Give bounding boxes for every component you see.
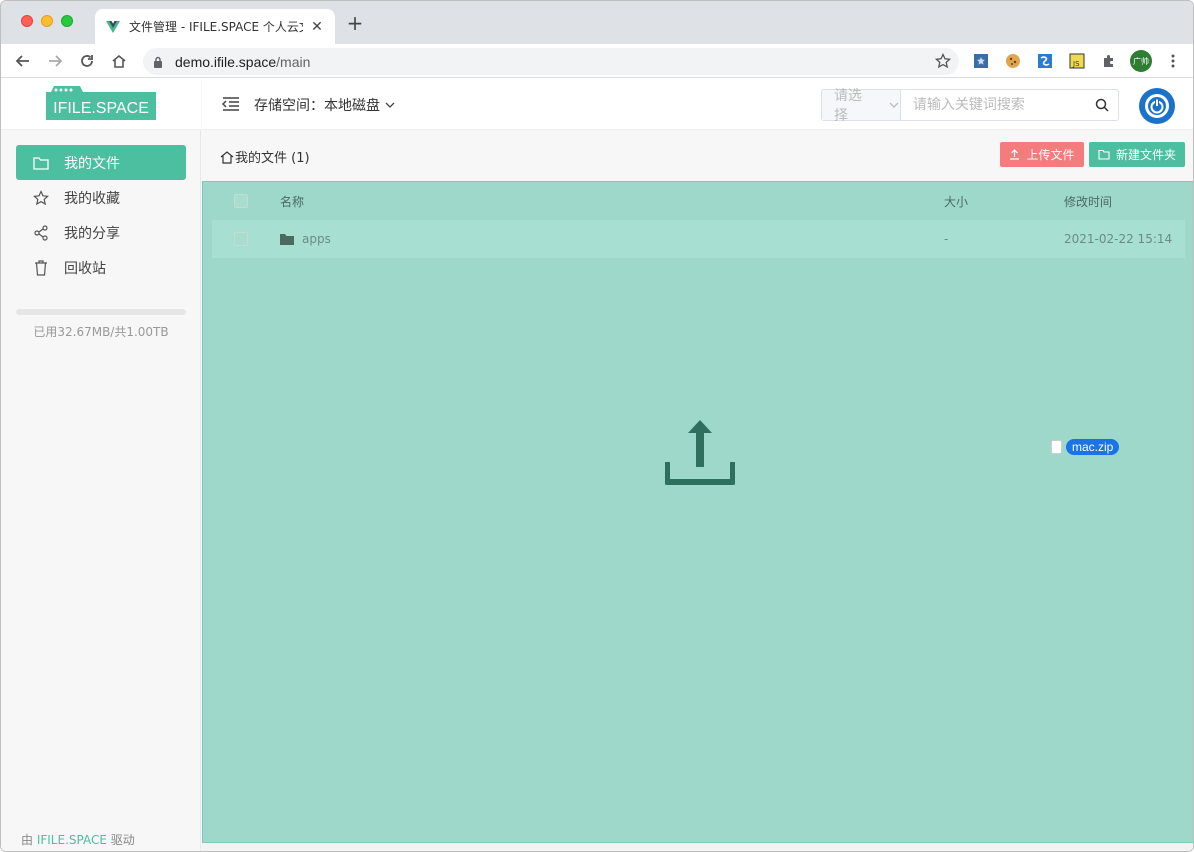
bookmark-star-icon[interactable]: [935, 53, 951, 69]
column-header-size[interactable]: 大小: [944, 193, 968, 210]
url-field[interactable]: demo.ifile.space/main: [143, 48, 959, 75]
storage-usage-bar: [16, 309, 186, 315]
home-icon: [112, 54, 126, 68]
extension-bookmark-icon[interactable]: [972, 52, 990, 70]
row-checkbox[interactable]: [234, 232, 248, 246]
storage-selector-value: 本地磁盘: [324, 98, 380, 114]
url-host: demo.ifile.space: [175, 53, 277, 70]
browser-window: 文件管理 - IFILE.SPACE 个人云文 ✕ + demo.ifile.s…: [0, 0, 1194, 852]
breadcrumb-label: 我的文件 (1): [235, 151, 310, 166]
sidebar-item-recycle-bin[interactable]: 回收站: [16, 250, 186, 285]
url-path: /main: [276, 53, 311, 70]
storage-label: 存储空间：: [254, 98, 324, 114]
power-icon: [1145, 94, 1169, 118]
tab-bar: 文件管理 - IFILE.SPACE 个人云文 ✕ +: [1, 1, 1193, 44]
extension-cookie-icon[interactable]: [1004, 52, 1022, 70]
search-input[interactable]: [900, 90, 1087, 120]
back-button[interactable]: [13, 51, 33, 71]
new-tab-button[interactable]: +: [345, 13, 365, 33]
browser-menu-icon[interactable]: [1164, 52, 1182, 70]
home-icon: [220, 150, 234, 164]
select-all-checkbox[interactable]: [234, 194, 248, 208]
back-arrow-icon: [15, 55, 29, 67]
dragged-file: mac.zip: [1051, 439, 1120, 455]
chevron-down-icon: [385, 102, 395, 108]
top-header: 存储空间： 本地磁盘 请选择: [202, 79, 1193, 130]
dragged-file-name: mac.zip: [1066, 439, 1120, 455]
new-folder-label: 新建文件夹: [1115, 148, 1176, 162]
row-size: -: [944, 232, 949, 246]
search-button[interactable]: [1087, 90, 1118, 120]
forward-button[interactable]: [45, 51, 65, 71]
new-folder-button[interactable]: 新建文件夹: [1089, 142, 1185, 167]
sidebar-item-favorites[interactable]: 我的收藏: [16, 180, 186, 215]
extension-js-icon[interactable]: JS: [1068, 52, 1086, 70]
star-icon: [32, 189, 50, 207]
close-window-button[interactable]: [21, 15, 33, 27]
folder-icon: [1098, 149, 1110, 160]
home-button[interactable]: [109, 51, 129, 71]
powered-suffix: 驱动: [106, 833, 135, 847]
svg-text:IFILE.SPACE: IFILE.SPACE: [53, 100, 149, 117]
row-name: apps: [302, 232, 331, 246]
chevron-down-icon: [889, 102, 899, 108]
powered-brand-link[interactable]: IFILE.SPACE: [37, 833, 107, 847]
sidebar-item-label: 我的分享: [64, 225, 120, 242]
search-scope-select[interactable]: 请选择: [822, 88, 901, 124]
sidebar-item-my-files[interactable]: 我的文件: [16, 145, 186, 180]
folder-icon: [280, 234, 294, 245]
extensions-puzzle-icon[interactable]: [1100, 52, 1118, 70]
close-tab-icon[interactable]: ✕: [309, 19, 325, 35]
upload-drop-icon: [665, 420, 735, 485]
profile-avatar[interactable]: 广帅: [1130, 50, 1152, 72]
sidebar-menu: 我的文件 我的收藏 我的分享 回收站: [16, 145, 186, 285]
column-header-name[interactable]: 名称: [280, 193, 304, 210]
browser-tab[interactable]: 文件管理 - IFILE.SPACE 个人云文 ✕: [95, 9, 335, 44]
file-toolbar: 我的文件 (1) 上传文件 新建文件夹: [202, 131, 1193, 181]
sidebar-item-label: 我的收藏: [64, 190, 120, 207]
extension-s-icon[interactable]: [1036, 52, 1054, 70]
powered-by: 由 IFILE.SPACE 驱动: [21, 831, 135, 848]
row-modified: 2021-02-22 15:14: [1064, 232, 1173, 246]
upload-file-button[interactable]: 上传文件: [1000, 142, 1084, 167]
table-row[interactable]: apps - 2021-02-22 15:14: [212, 220, 1185, 258]
storage-usage-text: 已用32.67MB/共1.00TB: [33, 325, 169, 339]
search-icon: [1096, 98, 1109, 112]
row-name-cell[interactable]: apps: [280, 232, 331, 246]
lock-icon: [154, 56, 162, 68]
file-icon: [1051, 440, 1062, 454]
logo-area: IFILE.SPACE: [1, 79, 201, 130]
search-scope-placeholder: 请选择: [834, 88, 862, 124]
svg-text:JS: JS: [1072, 60, 1080, 68]
upload-icon: [1009, 149, 1020, 160]
reload-button[interactable]: [77, 51, 97, 71]
sidebar-item-shares[interactable]: 我的分享: [16, 215, 186, 250]
trash-icon: [32, 259, 50, 277]
ifile-logo[interactable]: IFILE.SPACE: [46, 86, 156, 120]
collapse-menu-icon[interactable]: [222, 96, 240, 112]
breadcrumb[interactable]: 我的文件 (1): [220, 147, 310, 166]
table-header: 名称 大小 修改时间: [212, 182, 1185, 220]
sidebar-item-label: 我的文件: [64, 155, 120, 172]
share-icon: [32, 224, 50, 242]
forward-arrow-icon: [49, 55, 63, 67]
app-root: IFILE.SPACE 我的文件 我的收藏 我的分享 回收站 已用32.67MB…: [1, 79, 1193, 851]
sidebar: IFILE.SPACE 我的文件 我的收藏 我的分享 回收站 已用32.67MB…: [1, 79, 201, 851]
vue-logo-icon: [106, 20, 120, 33]
folder-icon: [32, 154, 50, 172]
sidebar-item-label: 回收站: [64, 260, 106, 277]
bottom-bar: [202, 843, 1193, 851]
search-group: 请选择: [821, 88, 1119, 124]
logout-button[interactable]: [1139, 88, 1175, 124]
upload-file-label: 上传文件: [1026, 148, 1075, 162]
file-drop-zone[interactable]: 名称 大小 修改时间 apps - 2021-02-22 15:14 mac.z…: [202, 181, 1193, 843]
address-bar: demo.ifile.space/main JS 广帅: [1, 44, 1193, 78]
column-header-modified[interactable]: 修改时间: [1064, 193, 1112, 210]
maximize-window-button[interactable]: [61, 15, 73, 27]
tab-title: 文件管理 - IFILE.SPACE 个人云文: [129, 20, 303, 34]
storage-selector[interactable]: 本地磁盘: [324, 95, 396, 115]
reload-icon: [81, 55, 93, 67]
minimize-window-button[interactable]: [41, 15, 53, 27]
powered-prefix: 由: [21, 833, 37, 847]
